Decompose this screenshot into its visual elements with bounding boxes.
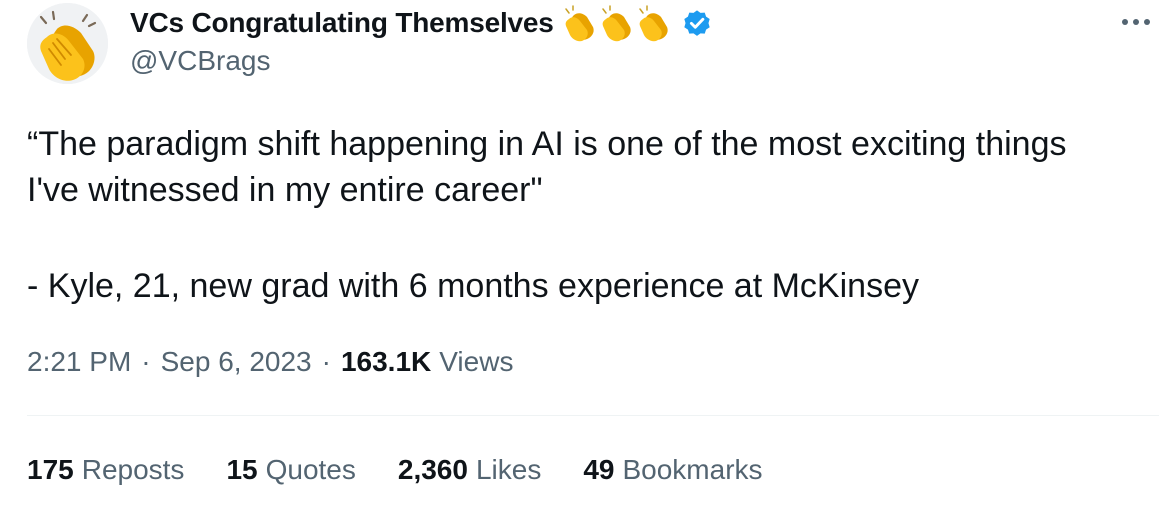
author-handle[interactable]: @VCBrags [130,45,270,77]
tweet-text-line: I've witnessed in my entire career" [27,171,543,209]
tweet-text-line: - Kyle, 21, new grad with 6 months exper… [27,267,919,305]
display-name[interactable]: VCs Congratulating Themselves [130,7,554,39]
quotes-label: Quotes [265,454,356,485]
likes-label: Likes [475,454,542,485]
engagement-stats: 175 Reposts 15 Quotes 2,360 Likes 49 Boo… [27,448,805,492]
likes-stat[interactable]: 2,360 Likes [398,454,541,486]
meta-separator: · [321,346,331,377]
bookmarks-count: 49 [583,454,615,485]
name-emojis [560,3,671,43]
meta-separator: · [141,346,151,377]
reposts-count: 175 [27,454,74,485]
views-label[interactable]: Views [439,346,513,378]
bookmarks-stat[interactable]: 49 Bookmarks [583,454,762,486]
quotes-stat[interactable]: 15 Quotes [226,454,355,486]
author-name-row[interactable]: VCs Congratulating Themselves [130,3,713,43]
avatar[interactable] [27,3,108,84]
tweet-time[interactable]: 2:21 PM [27,346,131,378]
divider [27,415,1159,416]
reposts-label: Reposts [81,454,185,485]
views-count[interactable]: 163.1K [341,346,431,378]
clapping-hands-emoji-icon [601,5,631,42]
likes-count: 2,360 [397,454,468,485]
tweet-date[interactable]: Sep 6, 2023 [161,346,312,378]
clapping-hands-emoji-icon [638,5,668,42]
quotes-count: 15 [226,454,258,485]
more-options-button[interactable] [1118,8,1154,36]
clapping-hands-icon [27,3,108,84]
verified-badge-icon [683,10,710,36]
tweet-card: VCs Congratulating Themselves @VCBrags “… [0,0,1174,514]
tweet-text-line: “The paradigm shift happening in AI is o… [27,125,1067,163]
more-horizontal-icon [1122,19,1150,25]
clapping-hands-emoji-icon [564,5,594,42]
reposts-stat[interactable]: 175 Reposts [27,454,184,486]
bookmarks-label: Bookmarks [622,454,763,485]
tweet-meta: 2:21 PM · Sep 6, 2023 · 163.1K Views [27,340,513,384]
